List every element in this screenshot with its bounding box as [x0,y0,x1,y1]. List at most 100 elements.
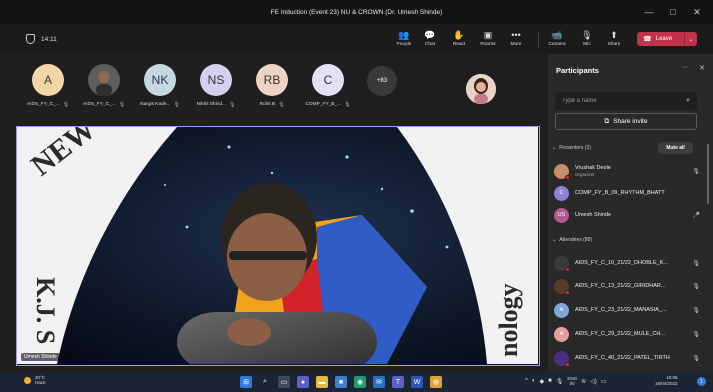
participant-tile[interactable]: AIDS_FY_C_... 🎙 [75,64,133,108]
toolbar-divider [538,32,539,48]
mic-button[interactable]: 🎙 Mic [575,26,599,52]
window-title-bar: FE Induction (Event 23) NU & CROWN (Dr. … [0,0,713,24]
participant-tile[interactable]: RB Rohit B 🎙 [243,64,301,108]
mic-tray-icon[interactable]: 🎙 [556,378,564,385]
mic-muted-icon: 🎙 [118,102,126,108]
rooms-button[interactable]: ▣ Rooms [476,26,500,52]
more-participants-button[interactable]: +83 [367,66,397,96]
shared-banner-image: NEW K.J. S nology [17,127,538,365]
chevron-down-icon: ⌄ [552,145,557,151]
avatar [88,64,120,96]
presence-dot [565,289,570,295]
edge-icon[interactable]: ◉ [354,376,366,388]
system-clock[interactable]: 10:05 16/04/2022 [655,375,678,387]
participant-row[interactable]: C COMP_FY_B_09_RHYTHM_BHATT [554,184,700,202]
avatar [554,255,570,272]
self-video-avatar[interactable] [466,74,496,104]
sun-icon [24,376,31,384]
mic-muted-icon: 🎙 [228,102,236,108]
share-icon: ⧉ [604,117,610,125]
language-indicator[interactable]: ENG IN [567,376,577,386]
participant-tile[interactable]: NS Nikhil Shind... 🎙 [187,64,245,108]
word-icon[interactable]: W [411,376,423,388]
participant-strip: A AIDS_FY_C_... 🎙 AIDS_FY_C_... 🎙 NK Nargi… [0,54,548,124]
avatar: NK [144,64,176,96]
mic-muted-icon[interactable]: 🎙 [692,355,700,362]
profile-photo-icon [466,74,496,104]
task-view-icon[interactable]: ▭ [278,376,290,388]
tray-app-icon[interactable]: ◆ [539,378,544,385]
mic-muted-icon[interactable]: 🎙 [692,260,700,267]
close-window-button[interactable]: ✕ [687,4,707,20]
tray-app-icon[interactable]: ◐ [532,378,536,384]
participant-row[interactable]: Vrushak Deole Organizer 🎙 [554,162,700,180]
close-icon[interactable]: ✕ [699,64,705,72]
mic-muted-icon[interactable]: 🎙 [692,283,700,290]
panel-scrollbar[interactable] [707,144,709,204]
mail-icon[interactable]: ✉ [373,376,385,388]
more-button[interactable]: ••• More [504,26,528,52]
windows-start-icon[interactable]: ⊞ [240,376,252,388]
maximize-button[interactable]: □ [663,4,683,20]
windows-taskbar: 30°C Haze ⊞ ⌕ ▭ ● ▬ ■ ◉ ✉ T W ◍ ^ ◐ ◆ ■ … [0,372,713,392]
chat-icon: 💬 [424,30,436,40]
file-explorer-icon[interactable]: ▬ [316,376,328,388]
mic-muted-icon[interactable]: 🎙 [692,307,700,314]
mic-muted-icon: 🎙 [173,102,180,108]
chevron-down-icon[interactable]: ⌄ [685,36,697,43]
participant-row[interactable]: A AIDS_FY_C_23_21/22_MANASIA_... 🎙 [554,301,700,319]
participant-row[interactable]: US Umesh Shinde 🎤 [554,206,700,224]
mic-icon[interactable]: 🎤 [693,212,700,219]
avatar [554,163,570,180]
chevron-up-icon[interactable]: ^ [525,378,528,384]
attendees-section-header[interactable]: ⌄ Attendees (88) [552,237,592,243]
battery-icon[interactable]: ▭ [601,378,607,385]
mute-all-button[interactable]: Mute all [658,142,693,154]
participant-tile[interactable]: A AIDS_FY_C_... 🎙 [19,64,77,108]
participant-row[interactable]: A AIDS_FY_C_29_21/22_MULE_CH... 🎙 [554,325,700,343]
search-icon[interactable]: ⌕ [259,376,271,388]
weather-widget[interactable]: 30°C Haze [24,375,46,385]
chrome-icon[interactable]: ◍ [430,376,442,388]
mic-muted-icon[interactable]: 🎙 [692,168,700,175]
react-button[interactable]: ✋ React [447,26,471,52]
avatar: NS [200,64,232,96]
camera-button[interactable]: 📹 Camera [545,26,569,52]
avatar: RB [256,64,288,96]
people-button[interactable]: 👥 People [392,26,416,52]
camera-off-icon: 📹 [551,30,563,40]
store-icon[interactable]: ■ [335,376,347,388]
panel-title: Participants [556,66,599,75]
participant-tile[interactable]: C COMP_FY_B_... 🎙 [299,64,357,108]
participant-row[interactable]: AIDS_FY_C_10_21/22_DHOBLE_K... 🎙 [554,254,700,272]
mic-muted-icon: 🎙 [278,102,285,108]
presenters-section-header[interactable]: ⌄ Presenters (3) [552,145,591,151]
profile-photo-icon [88,64,120,96]
phone-hangup-icon: ☎ [643,36,652,43]
participant-tile[interactable]: NK Nargis Kade... 🎙 [131,64,189,108]
mic-muted-icon[interactable]: 🎙 [692,331,700,338]
participants-panel: Participants ··· ✕ ⌕ ⧉ Share invite ⌄ Pr… [548,54,713,372]
share-button[interactable]: ⬆ Share [602,26,626,52]
minimize-button[interactable]: — [639,4,659,20]
share-invite-button[interactable]: ⧉ Share invite [555,113,697,130]
meeting-timer: 14:11 [26,34,57,44]
participant-row[interactable]: AIDS_FY_C_13_21/22_GIRIDHAR... 🎙 [554,277,700,295]
wifi-icon[interactable]: ≋ [581,378,586,385]
search-input[interactable] [562,98,687,104]
more-options-icon[interactable]: ··· [682,64,689,72]
participant-search[interactable]: ⌕ [555,92,697,110]
chat-button[interactable]: 💬 Chat [418,26,442,52]
teams-icon[interactable]: T [392,376,404,388]
teams-chat-icon[interactable]: ● [297,376,309,388]
participant-row[interactable]: AIDS_FY_C_40_21/22_PATEL_TIRTH 🎙 [554,349,700,367]
avatar: US [554,207,569,223]
main-video-stage[interactable]: NEW K.J. S nology Umesh Shinde [16,126,540,366]
leave-button[interactable]: ☎ Leave ⌄ [637,32,697,46]
notification-badge[interactable]: 1 [697,377,706,386]
avatar [554,278,570,295]
search-icon: ⌕ [686,97,690,104]
share-tray-icon: ⬆ [610,30,618,40]
tray-app-icon[interactable]: ■ [548,378,552,384]
volume-icon[interactable]: ◁) [590,378,597,385]
